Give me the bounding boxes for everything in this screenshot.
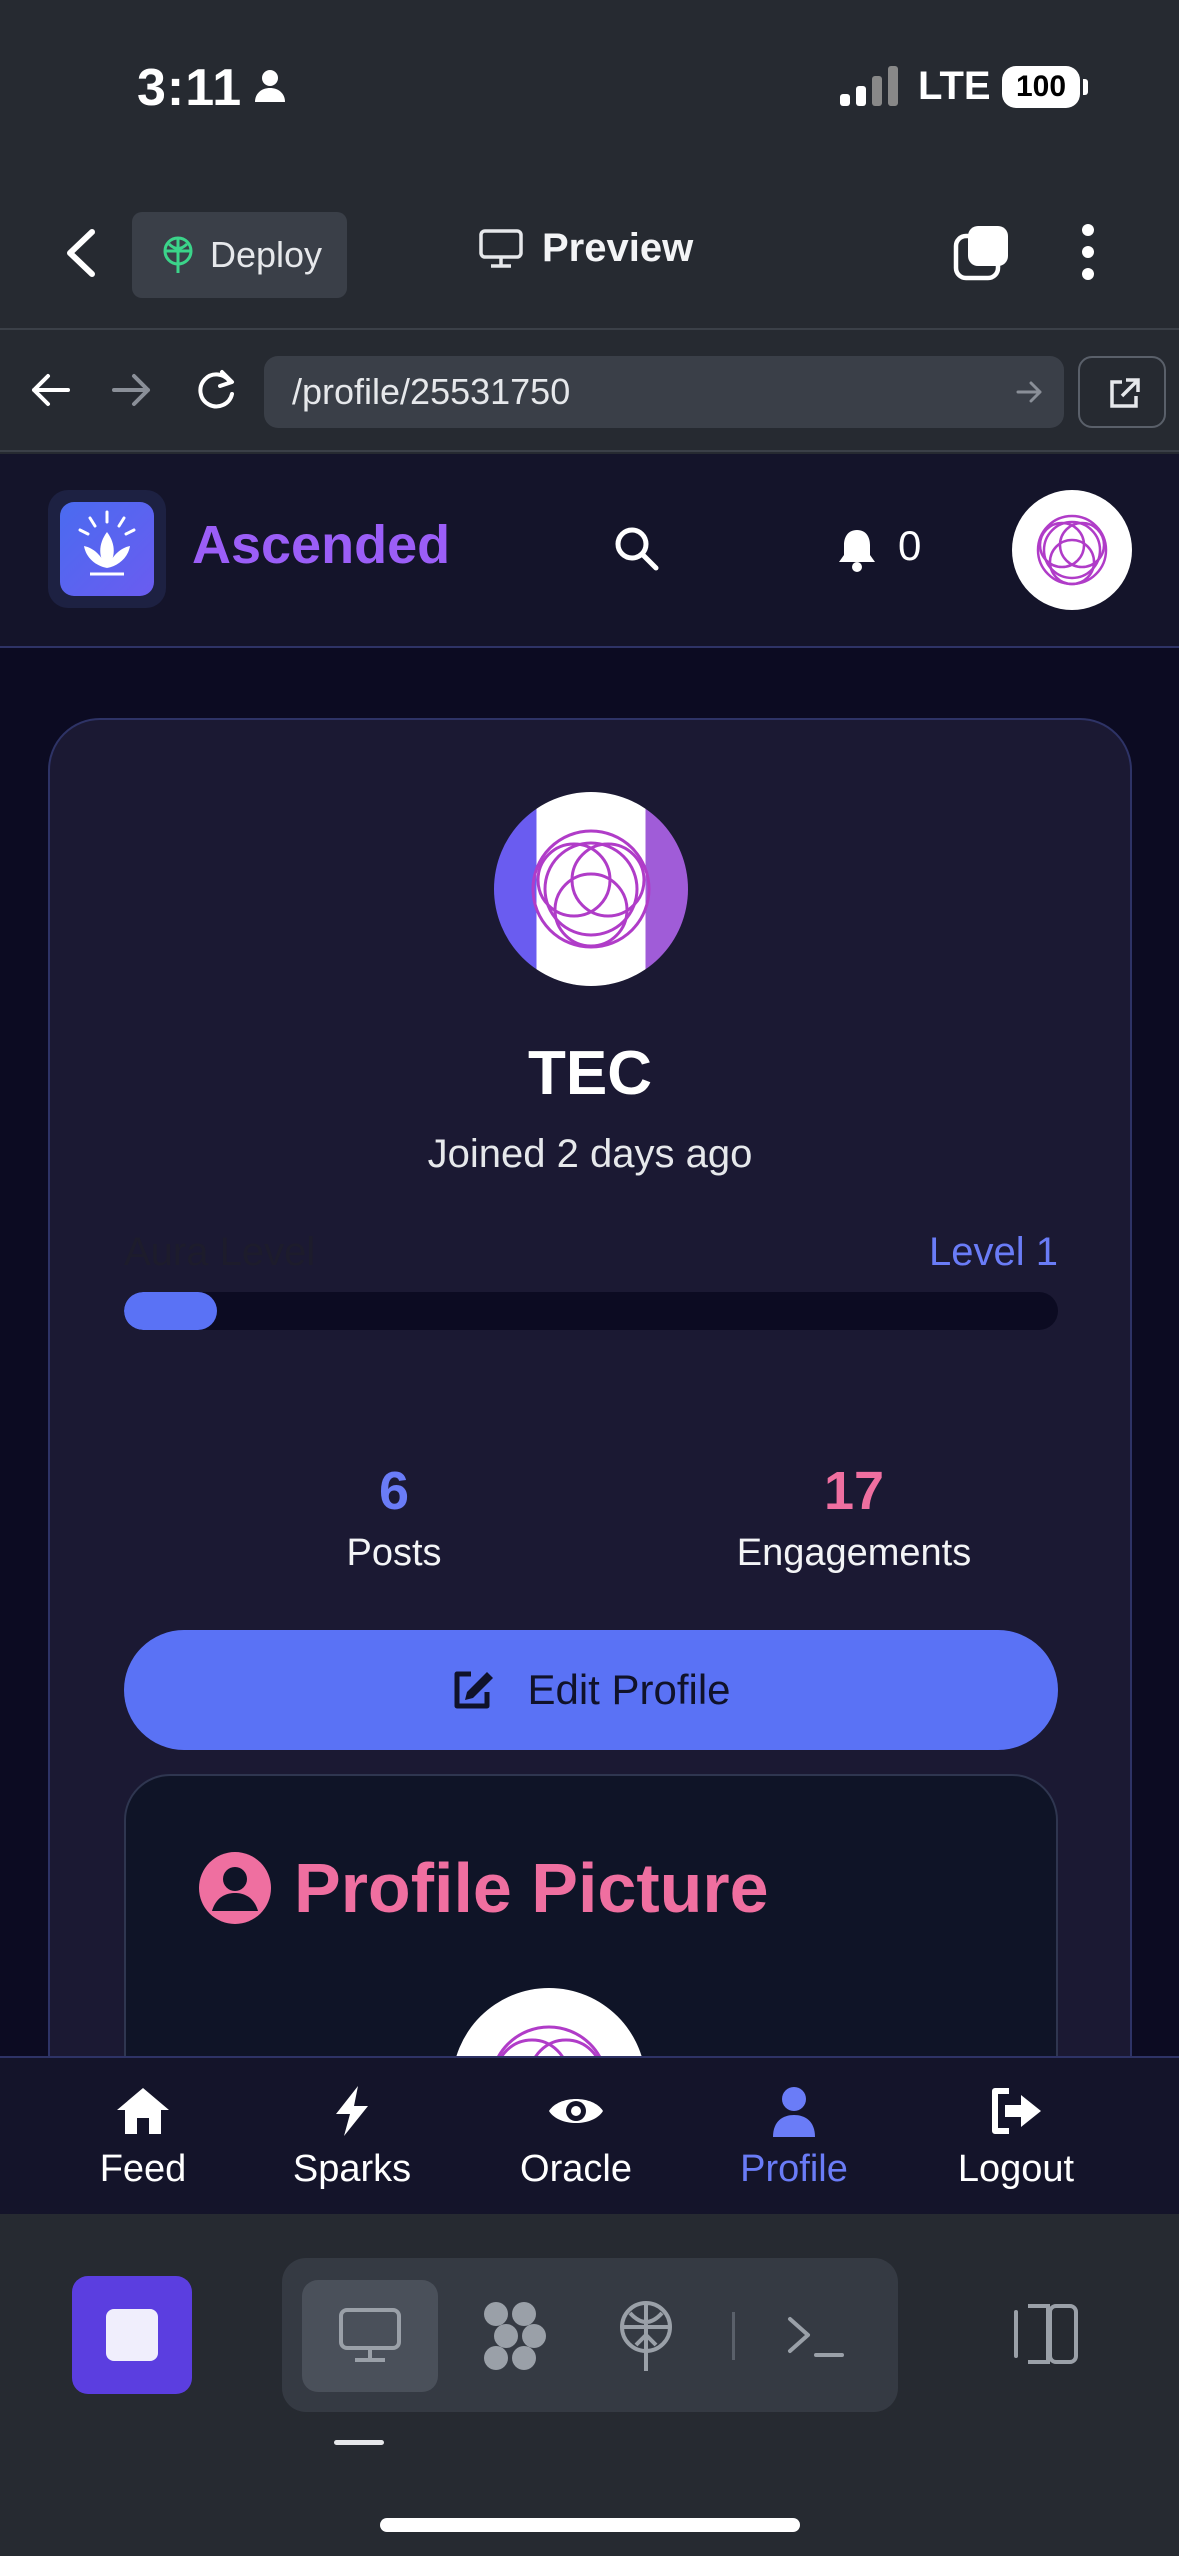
profile-username: TEC (528, 1039, 652, 1108)
bottom-nav: Feed Sparks Oracle Profile Logout (0, 2056, 1179, 2214)
dock-console-button[interactable] (748, 2280, 884, 2392)
status-time: 3:11 (137, 59, 243, 117)
deploy-icon (163, 236, 193, 273)
stop-button[interactable] (72, 2276, 192, 2394)
main-content: TEC Joined 2 days ago Aura Level Level 1… (0, 648, 1179, 2056)
preview-tab[interactable]: Preview (478, 226, 693, 271)
avatar-pattern (1036, 514, 1108, 586)
stat-engagements-value: 17 (823, 1461, 885, 1521)
monitor-icon (479, 228, 523, 268)
replit-dock (0, 2214, 1179, 2556)
workflow-icon (484, 2302, 546, 2370)
profile-picture-title: Profile Picture (198, 1848, 769, 1928)
dock-preview-button[interactable] (302, 2280, 438, 2392)
stat-posts-label: Posts (346, 1532, 442, 1574)
monitor-icon (339, 2308, 401, 2362)
user-circle-icon (199, 1852, 271, 1924)
stat-posts-value: 6 (378, 1461, 410, 1521)
profile-card: TEC Joined 2 days ago Aura Level Level 1… (48, 718, 1132, 2056)
header-avatar[interactable] (1012, 490, 1132, 610)
home-indicator (380, 2518, 800, 2532)
aura-progress-fill (124, 1292, 218, 1330)
reload-icon[interactable] (194, 368, 238, 412)
app-name[interactable]: Ascended (192, 514, 450, 576)
profile-avatar (494, 792, 688, 986)
stat-engagements: 17 Engagements (684, 1460, 1024, 1575)
dock-separator (732, 2312, 735, 2360)
nav-item-oracle[interactable]: Oracle (476, 2082, 676, 2191)
deploy-icon (620, 2301, 672, 2371)
aura-progress-bar (124, 1292, 1058, 1330)
battery-nub (1083, 79, 1088, 95)
user-icon (773, 2087, 815, 2137)
signal-icon (840, 66, 898, 106)
open-external-button[interactable] (1078, 356, 1166, 428)
nav-item-label: Profile (740, 2148, 848, 2190)
aura-level: Level 1 (929, 1230, 1058, 1274)
status-bar: 3:11 LTE 100 (0, 0, 1179, 170)
profile-picture-section: Profile Picture (124, 1774, 1058, 2056)
bell-icon[interactable] (836, 526, 878, 572)
more-menu-icon[interactable] (1080, 222, 1096, 282)
nav-forward-icon[interactable] (110, 368, 154, 412)
bolt-icon (336, 2086, 368, 2136)
profile-picture-preview (452, 1988, 646, 2056)
nav-item-feed[interactable]: Feed (43, 2082, 243, 2191)
back-chevron-icon[interactable] (60, 228, 104, 278)
battery-indicator: 100 (1002, 66, 1080, 108)
terminal-icon (788, 2317, 844, 2357)
tabs-icon[interactable] (952, 222, 1012, 282)
nav-item-sparks[interactable]: Sparks (252, 2082, 452, 2191)
edit-profile-button[interactable]: Edit Profile (124, 1630, 1058, 1750)
lotus-icon (78, 510, 136, 576)
edit-profile-label: Edit Profile (527, 1666, 731, 1713)
deploy-button[interactable]: Deploy (132, 212, 347, 298)
nav-item-label: Sparks (292, 2148, 412, 2190)
network-type: LTE (918, 64, 991, 108)
stat-engagements-label: Engagements (736, 1532, 972, 1574)
split-view-icon[interactable] (1008, 2302, 1080, 2366)
nav-item-profile[interactable]: Profile (694, 2082, 894, 2191)
dock-workflows-button[interactable] (448, 2280, 584, 2392)
stop-icon (106, 2309, 158, 2361)
app-logo[interactable] (48, 490, 166, 608)
replit-toolbar: Deploy Preview (0, 170, 1179, 330)
avatar-pattern (531, 829, 651, 949)
profile-picture-title-text: Profile Picture (294, 1849, 769, 1927)
url-input[interactable]: /profile/25531750 (264, 356, 1064, 428)
nav-item-label: Oracle (520, 2148, 632, 2190)
url-go-icon[interactable] (1016, 378, 1044, 406)
stat-posts: 6 Posts (244, 1460, 544, 1575)
nav-item-label: Logout (957, 2148, 1075, 2190)
nav-item-label: Feed (99, 2148, 187, 2190)
eye-icon (549, 2099, 603, 2123)
dock-deploy-button[interactable] (578, 2280, 714, 2392)
avatar-pattern (497, 2025, 601, 2056)
app-header: Ascended 0 (0, 454, 1179, 648)
deploy-label: Deploy (210, 234, 323, 275)
joined-date: Joined 2 days ago (427, 1132, 753, 1176)
url-text: /profile/25531750 (292, 371, 571, 412)
logout-icon (992, 2088, 1041, 2134)
dock-tools (282, 2258, 898, 2412)
url-bar-row: /profile/25531750 (0, 332, 1179, 452)
nav-item-logout[interactable]: Logout (916, 2082, 1116, 2191)
external-link-icon (1110, 378, 1140, 408)
aura-label: Aura Level (124, 1230, 316, 1274)
active-tab-indicator (334, 2440, 384, 2445)
preview-label: Preview (542, 226, 694, 270)
search-icon[interactable] (612, 524, 660, 572)
notification-count: 0 (898, 522, 922, 569)
nav-back-icon[interactable] (28, 368, 72, 412)
home-icon (117, 2088, 169, 2134)
edit-icon (454, 1671, 494, 1709)
person-icon (255, 70, 285, 102)
